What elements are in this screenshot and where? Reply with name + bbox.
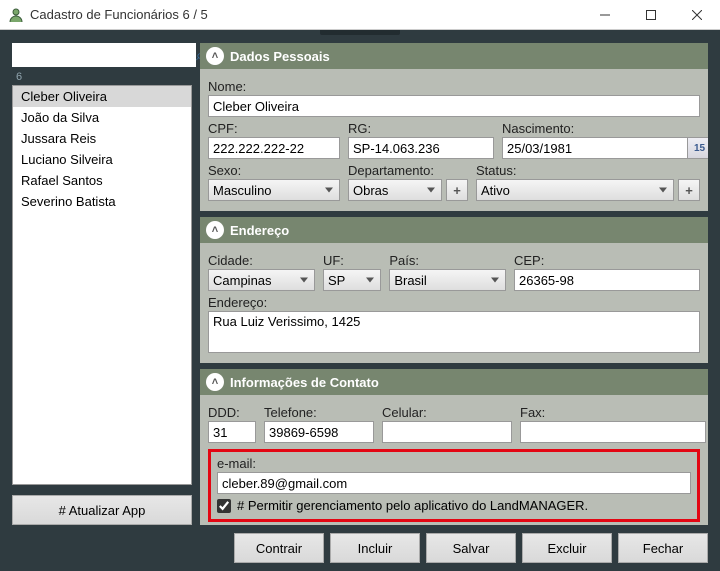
pais-select[interactable]: Brasil: [389, 269, 506, 291]
add-status-button[interactable]: +: [678, 179, 700, 201]
fax-field[interactable]: [520, 421, 706, 443]
result-count: 6: [12, 67, 192, 85]
section-title: Dados Pessoais: [230, 49, 330, 64]
label-nascimento: Nascimento:: [502, 121, 708, 136]
list-item[interactable]: Jussara Reis: [13, 128, 191, 149]
sidebar: ⌕ 6 Cleber Oliveira João da Silva Jussar…: [12, 43, 192, 525]
maximize-button[interactable]: [628, 0, 674, 30]
section-header-endereco: ˄ Endereço: [200, 217, 708, 243]
label-tel: Telefone:: [264, 405, 374, 420]
cep-field[interactable]: [514, 269, 700, 291]
window-titlebar: Cadastro de Funcionários 6 / 5: [0, 0, 720, 30]
uf-select[interactable]: SP: [323, 269, 381, 291]
update-app-button[interactable]: # Atualizar App: [12, 495, 192, 525]
label-sexo: Sexo:: [208, 163, 340, 178]
status-select[interactable]: Ativo: [476, 179, 674, 201]
section-header-pessoais: ˄ Dados Pessoais: [200, 43, 708, 69]
fechar-button[interactable]: Fechar: [618, 533, 708, 563]
search-wrap: ⌕: [12, 43, 192, 67]
add-dept-button[interactable]: +: [446, 179, 468, 201]
perm-checkbox[interactable]: [217, 499, 231, 513]
window-grip: [320, 30, 400, 35]
footer: Contrair Incluir Salvar Excluir Fechar: [12, 525, 708, 563]
list-item[interactable]: Luciano Silveira: [13, 149, 191, 170]
employee-list[interactable]: Cleber Oliveira João da Silva Jussara Re…: [12, 85, 192, 485]
minimize-button[interactable]: [582, 0, 628, 30]
label-dept: Departamento:: [348, 163, 468, 178]
section-title: Informações de Contato: [230, 375, 379, 390]
collapse-icon[interactable]: ˄: [206, 47, 224, 65]
rg-field[interactable]: [348, 137, 494, 159]
label-uf: UF:: [323, 253, 381, 268]
excluir-button[interactable]: Excluir: [522, 533, 612, 563]
sexo-select[interactable]: Masculino: [208, 179, 340, 201]
ddd-field[interactable]: [208, 421, 256, 443]
label-endereco: Endereço:: [208, 295, 700, 310]
list-item[interactable]: Severino Batista: [13, 191, 191, 212]
label-status: Status:: [476, 163, 700, 178]
content: ˄ Dados Pessoais Nome: CPF: RG:: [200, 43, 708, 525]
list-item[interactable]: Cleber Oliveira: [13, 86, 191, 107]
collapse-icon[interactable]: ˄: [206, 373, 224, 391]
endereco-field[interactable]: Rua Luiz Verissimo, 1425: [208, 311, 700, 353]
nascimento-field[interactable]: [502, 137, 688, 159]
window-title: Cadastro de Funcionários 6 / 5: [30, 7, 582, 22]
collapse-icon[interactable]: ˄: [206, 221, 224, 239]
label-pais: País:: [389, 253, 506, 268]
calendar-icon[interactable]: 15: [688, 137, 708, 159]
label-nome: Nome:: [208, 79, 700, 94]
cpf-field[interactable]: [208, 137, 340, 159]
incluir-button[interactable]: Incluir: [330, 533, 420, 563]
label-fax: Fax:: [520, 405, 706, 420]
salvar-button[interactable]: Salvar: [426, 533, 516, 563]
celular-field[interactable]: [382, 421, 512, 443]
label-rg: RG:: [348, 121, 494, 136]
close-button[interactable]: [674, 0, 720, 30]
contrair-button[interactable]: Contrair: [234, 533, 324, 563]
search-input[interactable]: [12, 43, 196, 67]
label-cidade: Cidade:: [208, 253, 315, 268]
perm-label: # Permitir gerenciamento pelo aplicativo…: [237, 498, 588, 513]
section-title: Endereço: [230, 223, 289, 238]
email-highlight-box: e-mail: # Permitir gerenciamento pelo ap…: [208, 449, 700, 522]
label-cep: CEP:: [514, 253, 700, 268]
nome-field[interactable]: [208, 95, 700, 117]
section-header-contato: ˄ Informações de Contato: [200, 369, 708, 395]
list-item[interactable]: João da Silva: [13, 107, 191, 128]
app-icon: [8, 7, 24, 23]
list-item[interactable]: Rafael Santos: [13, 170, 191, 191]
cidade-select[interactable]: Campinas: [208, 269, 315, 291]
telefone-field[interactable]: [264, 421, 374, 443]
label-email: e-mail:: [217, 456, 691, 471]
label-ddd: DDD:: [208, 405, 256, 420]
dept-select[interactable]: Obras: [348, 179, 442, 201]
email-field[interactable]: [217, 472, 691, 494]
label-cpf: CPF:: [208, 121, 340, 136]
label-cel: Celular:: [382, 405, 512, 420]
